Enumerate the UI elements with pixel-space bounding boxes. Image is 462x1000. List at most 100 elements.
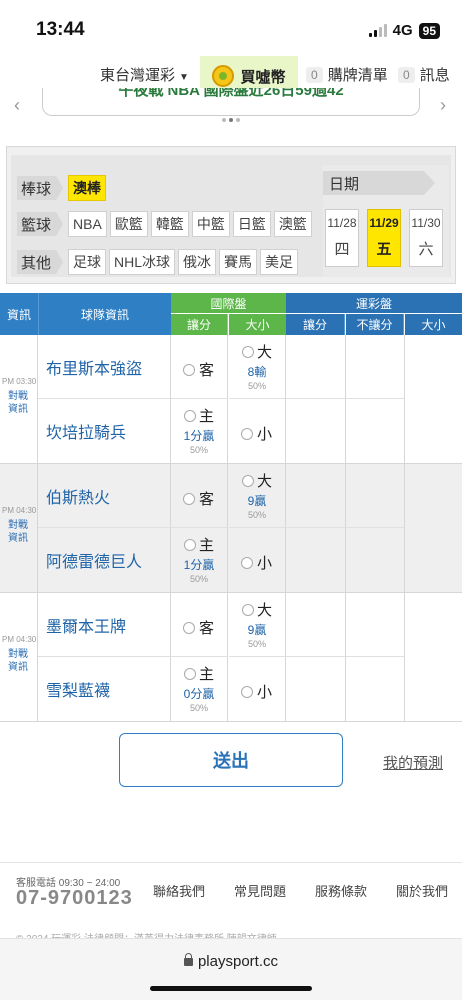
intl-total-over[interactable]: 大 9贏 50%	[229, 593, 286, 657]
home-team[interactable]: 阿德雷德巨人	[38, 528, 171, 592]
coin-icon	[212, 65, 235, 87]
my-predictions-link[interactable]: 我的預測	[383, 752, 443, 773]
intl-spread-away[interactable]: 客	[171, 335, 228, 399]
pick-label: 客	[199, 362, 215, 379]
banner-prev-icon[interactable]: ‹	[14, 95, 20, 116]
away-team[interactable]: 墨爾本王牌	[38, 593, 171, 657]
match-time: PM 04:30	[2, 506, 37, 515]
sport-filter-panel: 棒球 澳棒 籃球 NBA 歐籃 韓籃 中籃 日籃 澳籃 其他 足球 NHL冰球 …	[6, 146, 456, 284]
spread-line: 1分贏	[183, 558, 215, 572]
filter-category-basketball: 籃球	[17, 212, 64, 236]
filter-category-other: 其他	[17, 250, 64, 274]
intl-spread-away[interactable]: 客	[171, 464, 228, 528]
lottery-spread-cell	[286, 593, 346, 657]
promo-banner[interactable]: 午夜戰 NBA 國際盤近26日59過42	[42, 88, 420, 116]
purchase-list-link[interactable]: 0 購牌清單	[306, 64, 388, 85]
away-team[interactable]: 伯斯熱火	[38, 464, 171, 528]
intl-total-over[interactable]: 大 8輸 50%	[229, 335, 286, 399]
region-selector[interactable]: 東台灣運彩 ▼	[100, 64, 189, 85]
intl-total-under[interactable]: 小	[229, 657, 286, 721]
filter-tag-euro-basketball[interactable]: 歐籃	[109, 211, 148, 237]
radio-icon[interactable]	[183, 667, 196, 680]
date-label: 日期	[323, 171, 435, 195]
radio-icon[interactable]	[183, 409, 196, 422]
total-line: 8輸	[247, 365, 267, 379]
url-display[interactable]: playsport.cc	[0, 953, 462, 970]
radio-icon[interactable]	[183, 538, 196, 551]
footer-link-terms[interactable]: 服務條款	[315, 881, 367, 900]
radio-icon[interactable]	[183, 492, 195, 505]
radio-icon[interactable]	[183, 363, 195, 376]
banner-next-icon[interactable]: ›	[440, 95, 446, 116]
pick-label: 主	[198, 666, 214, 683]
intl-spread-home[interactable]: 主 1分贏 50%	[171, 528, 228, 592]
match-row: PM 04:30 對戰資訊 伯斯熱火 阿德雷德巨人 客 主 1分贏 50% 大 …	[0, 464, 462, 593]
date-button-1129[interactable]: 11/29 五	[367, 209, 401, 267]
table-header: 資訊 球隊資訊 國際盤 讓分 大小 運彩盤 讓分 不讓分 大小	[0, 293, 462, 335]
radio-icon[interactable]	[241, 556, 253, 569]
footer-link-contact[interactable]: 聯絡我們	[153, 881, 205, 900]
lottery-spread-cell	[286, 464, 346, 528]
filter-tag-china-basketball[interactable]: 中籃	[191, 211, 230, 237]
filter-tag-aus-basketball[interactable]: 澳籃	[273, 211, 312, 237]
filter-tag-russia-hockey[interactable]: 俄冰	[178, 249, 217, 275]
pick-label: 客	[199, 620, 215, 637]
pick-percent: 50%	[247, 381, 266, 391]
radio-icon[interactable]	[241, 345, 254, 358]
intl-spread-home[interactable]: 主 0分贏 50%	[171, 657, 228, 721]
chevron-down-icon: ▼	[179, 72, 189, 83]
home-indicator[interactable]	[150, 986, 312, 991]
date-button-1130[interactable]: 11/30 六	[409, 209, 443, 267]
header-lottery-spread: 讓分	[286, 314, 345, 335]
pick-label: 小	[257, 684, 273, 701]
filter-tag-horse-racing[interactable]: 賽馬	[219, 249, 258, 275]
home-team[interactable]: 坎培拉騎兵	[38, 399, 171, 463]
clock: 13:44	[36, 19, 85, 40]
header-lottery-nospread: 不讓分	[346, 314, 404, 335]
filter-tag-aus-baseball[interactable]: 澳棒	[68, 175, 107, 201]
head-to-head-link[interactable]: 對戰資訊	[8, 390, 32, 416]
header-team: 球隊資訊	[38, 293, 171, 335]
match-time: PM 04:30	[2, 635, 37, 644]
intl-total-under[interactable]: 小	[229, 528, 286, 592]
spread-line: 0分贏	[183, 687, 215, 701]
radio-icon[interactable]	[241, 474, 254, 487]
radio-icon[interactable]	[241, 603, 254, 616]
lottery-spread-cell	[286, 657, 346, 721]
header-intl-spread: 讓分	[171, 314, 228, 335]
browser-url-bar[interactable]: playsport.cc	[0, 938, 462, 1000]
date-text: 11/30	[411, 216, 441, 230]
footer-link-about[interactable]: 關於我們	[396, 881, 448, 900]
filter-tag-nba[interactable]: NBA	[68, 211, 107, 237]
messages-link[interactable]: 0 訊息	[398, 64, 450, 85]
head-to-head-link[interactable]: 對戰資訊	[8, 648, 32, 674]
match-time: PM 03:30	[2, 377, 37, 386]
filter-tag-nhl[interactable]: NHL冰球	[109, 249, 176, 275]
service-phone[interactable]: 07-9700123	[16, 887, 133, 910]
footer-link-faq[interactable]: 常見問題	[234, 881, 286, 900]
date-button-1128[interactable]: 11/28 四	[325, 209, 359, 267]
purchase-count-badge: 0	[306, 66, 323, 83]
radio-icon[interactable]	[241, 685, 253, 698]
intl-total-over[interactable]: 大 9贏 50%	[229, 464, 286, 528]
intl-total-under[interactable]: 小	[229, 399, 286, 463]
messages-label: 訊息	[419, 67, 450, 84]
pick-label: 主	[198, 408, 214, 425]
radio-icon[interactable]	[241, 427, 253, 440]
away-team[interactable]: 布里斯本強盜	[38, 335, 171, 399]
lottery-nospread-cell	[346, 593, 405, 657]
home-team[interactable]: 雪梨藍襪	[38, 657, 171, 721]
head-to-head-link[interactable]: 對戰資訊	[8, 519, 32, 545]
intl-spread-away[interactable]: 客	[171, 593, 228, 657]
header-lottery-total: 大小	[405, 314, 462, 335]
filter-tag-japan-basketball[interactable]: 日籃	[232, 211, 271, 237]
filter-tag-soccer[interactable]: 足球	[68, 249, 107, 275]
header-intl-total: 大小	[229, 314, 286, 335]
filter-tag-korea-basketball[interactable]: 韓籃	[150, 211, 189, 237]
filter-tag-american-football[interactable]: 美足	[260, 249, 299, 275]
pick-label: 主	[198, 537, 214, 554]
weekday-text: 四	[334, 241, 350, 258]
radio-icon[interactable]	[183, 621, 195, 634]
submit-button[interactable]: 送出	[119, 733, 343, 787]
intl-spread-home[interactable]: 主 1分贏 50%	[171, 399, 228, 463]
